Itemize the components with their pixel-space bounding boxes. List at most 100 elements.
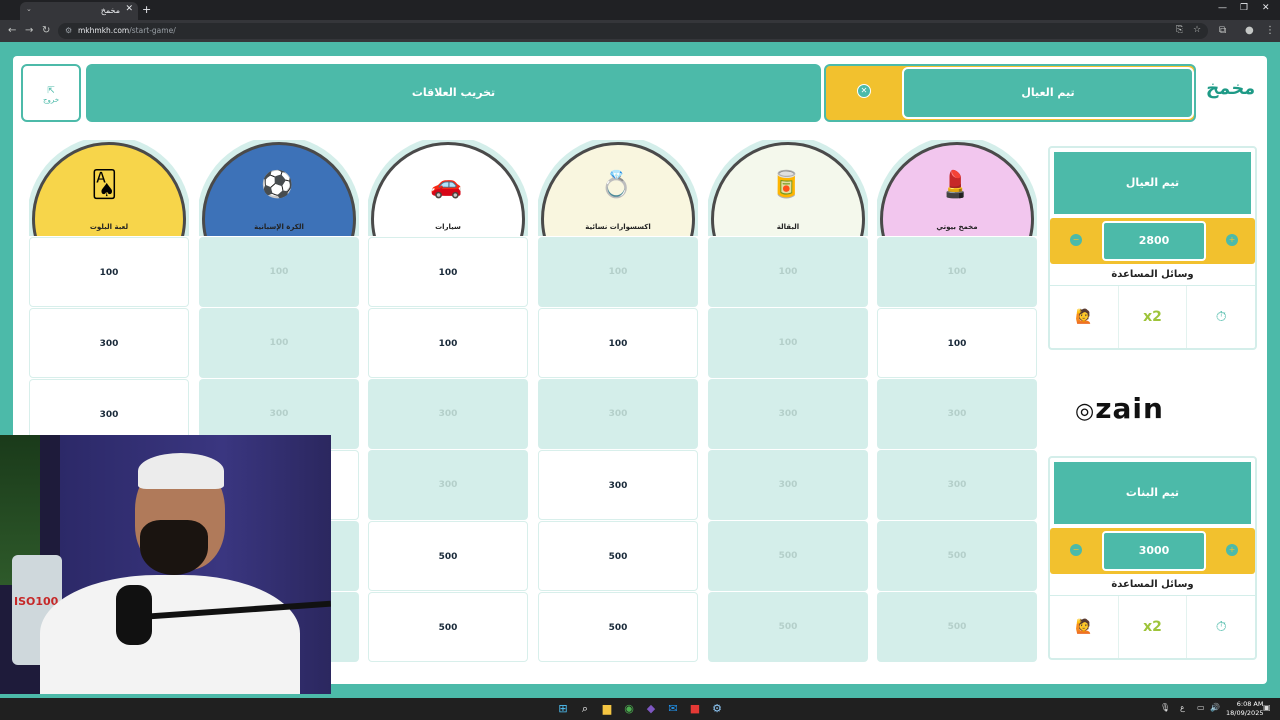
question-cell: 100 <box>708 308 868 378</box>
turn-indicator: ✕ تيم العيال <box>824 64 1196 122</box>
question-cell: 500 <box>877 592 1037 662</box>
double-points-icon[interactable]: x2 <box>1117 286 1187 348</box>
call-friend-icon[interactable]: 🙋 <box>1050 286 1118 348</box>
forward-icon[interactable]: → <box>25 25 33 36</box>
url-input[interactable]: ⚙ mkhmkh.com/start-game/ ⎘ ☆ <box>58 23 1208 39</box>
question-cell: 500 <box>708 592 868 662</box>
outlook-icon[interactable]: ✉ <box>665 701 681 717</box>
team-panel-1: تيم العيال − 2800 + وسائل المساعدة 🙋 x2 … <box>1048 146 1257 350</box>
question-cell: 300 <box>538 379 698 449</box>
notifications-icon[interactable]: ▣ <box>1263 703 1271 712</box>
category-column: 💄 مخمخ بيوتي 100 100 300 300 500 500 <box>877 140 1037 662</box>
help-tools: 🙋 x2 ⏱ <box>1050 286 1255 348</box>
question-cell[interactable]: 100 <box>29 237 189 307</box>
timer-icon[interactable]: ⏱ <box>1186 596 1255 658</box>
exit-label: خروج <box>42 96 60 104</box>
question-cell[interactable]: 100 <box>877 308 1037 378</box>
category-art-icon: 🂡 <box>91 170 118 200</box>
windows-taskbar: ⊞ ⌕ ▆ ◉ ◆ ✉ ■ ⚙ 🎙 ع ▭ 🔊 6:08 AM 18/09/20… <box>0 698 1280 720</box>
zain-sponsor-logo: ◎zain <box>1075 392 1164 425</box>
exit-button[interactable]: ⇱ خروج <box>21 64 81 122</box>
team-name: تيم البنات <box>1054 462 1251 524</box>
minimize-icon[interactable]: — <box>1218 3 1227 13</box>
question-cell[interactable]: 500 <box>538 521 698 591</box>
plus-score-icon[interactable]: + <box>1226 544 1238 556</box>
install-icon[interactable]: ⎘ <box>1176 25 1183 35</box>
question-cell: 100 <box>199 237 359 307</box>
close-window-icon[interactable]: ✕ <box>1262 3 1270 13</box>
team-panel-2: تيم البنات − 3000 + وسائل المساعدة 🙋 x2 … <box>1048 456 1257 660</box>
category-label: البقالة <box>776 223 800 231</box>
language-indicator[interactable]: ع <box>1180 703 1185 712</box>
tab-close-icon[interactable]: ✕ <box>125 4 133 14</box>
round-title: تخريب العلاقات <box>86 64 821 122</box>
category-column: 💍 اكسسوارات نسائية 100 100 300 300 500 500 <box>538 140 698 662</box>
webcam-person-body <box>40 575 300 694</box>
chrome-icon[interactable]: ◉ <box>621 701 637 717</box>
tab-search-icon[interactable]: ⌄ <box>26 5 32 13</box>
question-cell: 300 <box>708 450 868 520</box>
minus-score-icon[interactable]: − <box>1070 234 1082 246</box>
menu-icon[interactable]: ⋮ <box>1265 25 1275 36</box>
app-red-icon[interactable]: ■ <box>687 701 703 717</box>
question-cell[interactable]: 100 <box>368 237 528 307</box>
browser-tab[interactable]: ⌄ مخمخ ✕ <box>20 2 138 20</box>
restore-icon[interactable]: ❐ <box>1240 3 1248 13</box>
category-art-icon: 🚗 <box>430 170 463 200</box>
app-icon[interactable]: ◆ <box>643 701 659 717</box>
system-clock[interactable]: 6:08 AM 18/09/2025 <box>1226 700 1263 718</box>
category-art-icon: 💄 <box>939 170 972 200</box>
tab-title: مخمخ <box>100 6 120 15</box>
score-row: − 3000 + <box>1050 528 1255 574</box>
switch-turn-icon[interactable]: ✕ <box>857 84 871 98</box>
clock-date: 18/09/2025 <box>1226 709 1264 717</box>
display-icon[interactable]: ▭ <box>1197 703 1205 712</box>
question-cell: 100 <box>708 237 868 307</box>
question-cell[interactable]: 300 <box>538 450 698 520</box>
category-image: 💄 مخمخ بيوتي <box>877 140 1037 236</box>
question-cell: 300 <box>368 450 528 520</box>
extensions-icon[interactable]: ⧉ <box>1219 25 1226 36</box>
steam-icon[interactable]: ⚙ <box>709 701 725 717</box>
question-cell[interactable]: 500 <box>538 592 698 662</box>
category-image: 🥫 البقالة <box>708 140 868 236</box>
mic-icon[interactable]: 🎙 <box>1160 703 1170 712</box>
category-label: لعبة البلوت <box>89 223 129 231</box>
category-art-icon: 🥫 <box>770 170 803 200</box>
search-icon[interactable]: ⌕ <box>577 701 593 717</box>
minus-score-icon[interactable]: − <box>1070 544 1082 556</box>
profile-icon[interactable]: ● <box>1245 25 1254 36</box>
question-cell[interactable]: 100 <box>368 308 528 378</box>
question-cell: 100 <box>538 237 698 307</box>
team-score: 2800 <box>1102 221 1206 261</box>
webcam-person-beard <box>140 520 208 575</box>
file-explorer-icon[interactable]: ▆ <box>599 701 615 717</box>
address-bar: ← → ↻ ⚙ mkhmkh.com/start-game/ ⎘ ☆ ⧉ ● ⋮ <box>0 20 1280 42</box>
category-image: 💍 اكسسوارات نسائية <box>538 140 698 236</box>
plus-score-icon[interactable]: + <box>1226 234 1238 246</box>
category-label: اكسسوارات نسائية <box>585 223 651 231</box>
question-cell[interactable]: 500 <box>368 521 528 591</box>
score-row: − 2800 + <box>1050 218 1255 264</box>
timer-icon[interactable]: ⏱ <box>1186 286 1255 348</box>
reload-icon[interactable]: ↻ <box>42 25 50 36</box>
category-label: مخمخ بيوتي <box>936 223 978 231</box>
exit-icon: ⇱ <box>47 86 55 96</box>
back-icon[interactable]: ← <box>8 25 16 36</box>
start-icon[interactable]: ⊞ <box>555 701 571 717</box>
question-cell: 300 <box>877 450 1037 520</box>
question-cell[interactable]: 100 <box>538 308 698 378</box>
sponsor-name: zain <box>1095 392 1164 425</box>
site-info-icon[interactable]: ⚙ <box>65 26 72 35</box>
call-friend-icon[interactable]: 🙋 <box>1050 596 1118 658</box>
question-cell: 500 <box>708 521 868 591</box>
question-cell[interactable]: 300 <box>29 308 189 378</box>
new-tab-icon[interactable]: + <box>142 3 151 16</box>
bookmark-star-icon[interactable]: ☆ <box>1193 25 1201 35</box>
double-points-icon[interactable]: x2 <box>1117 596 1187 658</box>
volume-icon[interactable]: 🔊 <box>1210 703 1220 712</box>
question-cell: 300 <box>877 379 1037 449</box>
question-cell[interactable]: 500 <box>368 592 528 662</box>
help-tools: 🙋 x2 ⏱ <box>1050 596 1255 658</box>
category-label: سيارات <box>435 223 461 231</box>
